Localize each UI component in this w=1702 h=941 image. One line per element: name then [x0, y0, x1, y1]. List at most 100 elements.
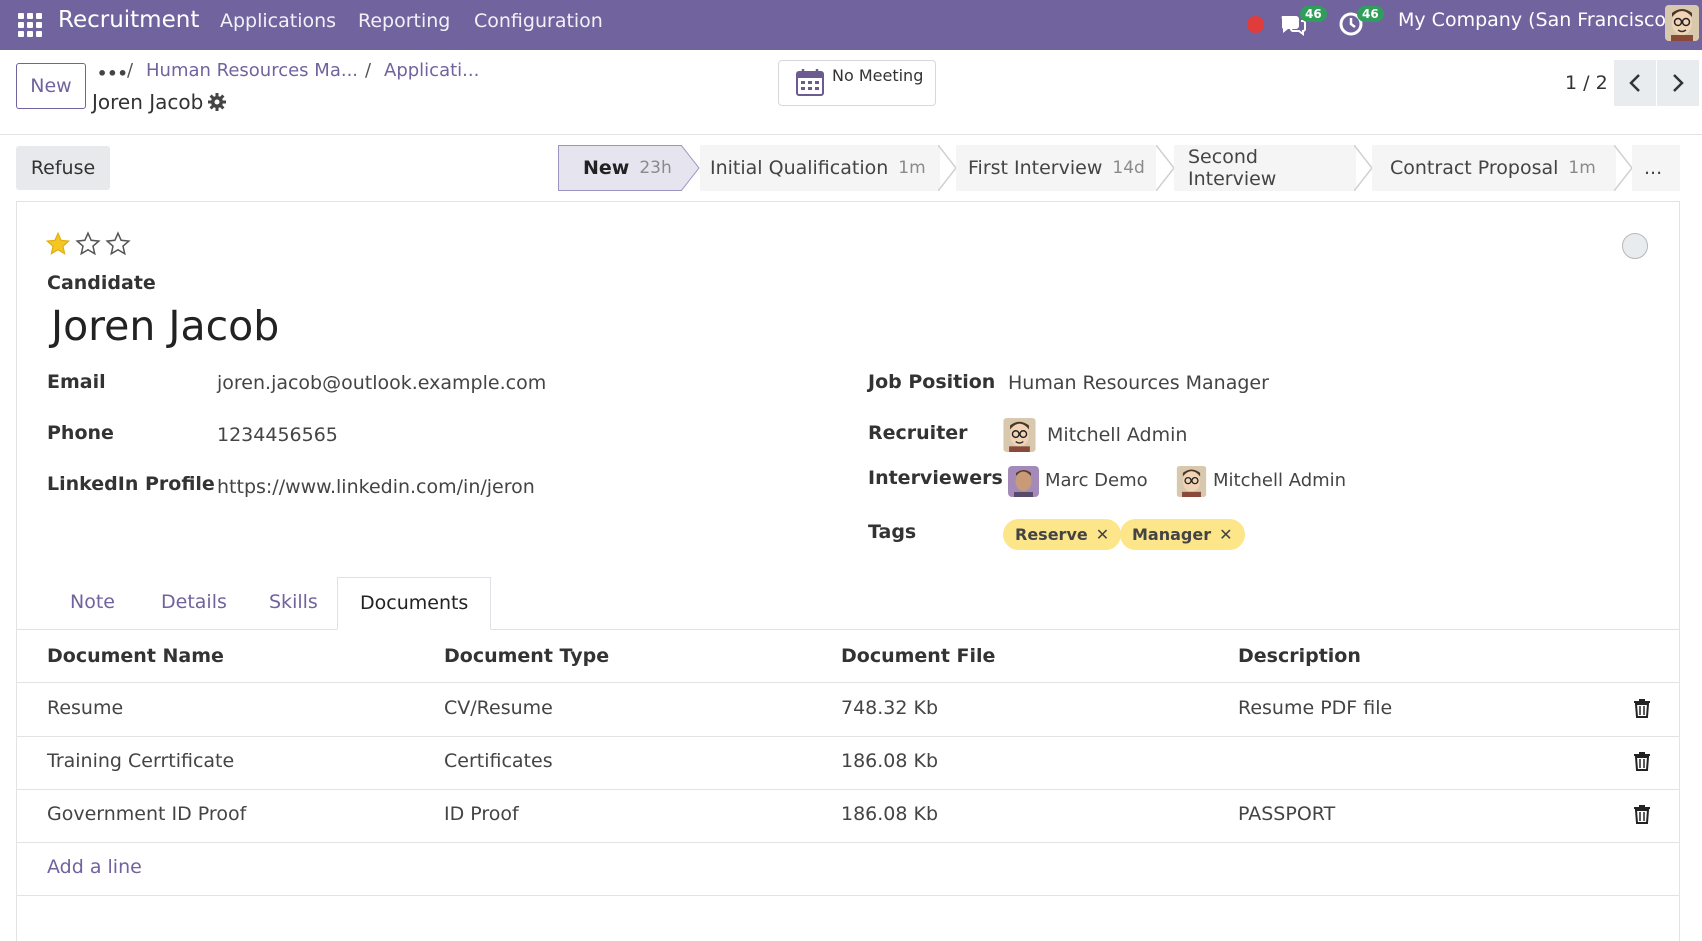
document-type-cell[interactable]: Certificates — [444, 750, 553, 772]
stage-initial-qualification[interactable]: Initial Qualification 1m — [700, 145, 940, 191]
stage-duration: 14d — [1112, 158, 1145, 178]
chevron-right-icon — [1673, 74, 1684, 92]
stage-contract-proposal[interactable]: Contract Proposal 1m — [1372, 145, 1616, 191]
gear-icon[interactable] — [207, 92, 227, 112]
tab-skills[interactable]: Skills — [269, 591, 318, 613]
trash-icon[interactable] — [1633, 804, 1651, 824]
breadcrumb-applications[interactable]: Applicati... — [384, 60, 479, 81]
email-field[interactable]: joren.jacob@outlook.example.com — [217, 372, 546, 394]
breadcrumb-more-icon[interactable]: ••• — [97, 64, 128, 83]
document-name-cell[interactable]: Government ID Proof — [47, 803, 246, 825]
tag-label: Manager — [1132, 525, 1212, 544]
tab-note[interactable]: Note — [70, 591, 115, 613]
document-description-cell[interactable]: PASSPORT — [1238, 803, 1335, 825]
breadcrumb-job[interactable]: Human Resources Ma... — [146, 60, 358, 81]
menu-reporting[interactable]: Reporting — [358, 10, 450, 32]
stage-name: Second Interview — [1188, 146, 1277, 190]
recording-dot-icon[interactable] — [1247, 16, 1264, 33]
row-divider — [17, 736, 1679, 737]
control-panel: New ••• / Human Resources Ma... / Applic… — [0, 50, 1702, 135]
interviewer-avatar — [1176, 466, 1207, 497]
pager-next-button[interactable] — [1657, 60, 1699, 106]
interviewers-label: Interviewers — [868, 467, 1003, 489]
pager-value[interactable]: 1 / 2 — [1565, 72, 1608, 94]
refuse-button[interactable]: Refuse — [16, 146, 110, 190]
priority-stars[interactable] — [45, 231, 131, 257]
star-empty-icon[interactable] — [105, 231, 131, 257]
company-switcher[interactable]: My Company (San Francisco) — [1398, 9, 1673, 31]
recruiter-field[interactable]: Mitchell Admin — [1047, 424, 1187, 446]
meeting-button[interactable]: No Meeting — [778, 60, 936, 106]
tag-remove-icon[interactable]: ✕ — [1219, 525, 1232, 544]
tab-documents[interactable]: Documents — [337, 577, 492, 630]
star-empty-icon[interactable] — [75, 231, 101, 257]
stage-arrow-icon — [1354, 145, 1373, 191]
add-line-link[interactable]: Add a line — [47, 856, 142, 878]
stage-statusbar: New 23h Initial Qualification 1m First I… — [558, 145, 1680, 191]
linkedin-field[interactable]: https://www.linkedin.com/in/jeron — [217, 476, 535, 498]
app-grid-icon[interactable] — [18, 13, 42, 37]
document-type-cell[interactable]: ID Proof — [444, 803, 519, 825]
document-file-cell[interactable]: 748.32 Kb — [841, 697, 938, 719]
stage-duration: 23h — [639, 158, 672, 178]
tags-label: Tags — [868, 521, 917, 543]
stage-name: Initial Qualification — [710, 157, 889, 179]
stage-first-interview[interactable]: First Interview 14d — [956, 145, 1156, 191]
messages-badge: 46 — [1300, 6, 1327, 22]
candidate-name-field[interactable]: Joren Jacob — [51, 302, 279, 350]
tag-remove-icon[interactable]: ✕ — [1096, 525, 1109, 544]
document-description-cell[interactable]: Resume PDF file — [1238, 697, 1392, 719]
stage-duration: 1m — [898, 158, 926, 178]
column-header[interactable]: Document File — [841, 645, 995, 667]
document-name-cell[interactable]: Training Cerrtificate — [47, 750, 234, 772]
phone-field[interactable]: 1234456565 — [217, 424, 338, 446]
chevron-left-icon — [1629, 74, 1640, 92]
menu-configuration[interactable]: Configuration — [474, 10, 603, 32]
document-file-cell[interactable]: 186.08 Kb — [841, 803, 938, 825]
row-divider — [17, 895, 1679, 896]
row-divider — [17, 789, 1679, 790]
star-filled-icon[interactable] — [45, 231, 71, 257]
column-header[interactable]: Description — [1238, 645, 1361, 667]
new-button[interactable]: New — [16, 63, 86, 109]
candidate-label: Candidate — [47, 272, 156, 294]
trash-icon[interactable] — [1633, 751, 1651, 771]
user-avatar[interactable] — [1665, 5, 1699, 41]
meeting-label: No Meeting — [832, 66, 924, 85]
tag-badge[interactable]: Manager ✕ — [1120, 519, 1245, 550]
row-divider — [17, 682, 1679, 683]
interviewer-name[interactable]: Marc Demo — [1045, 470, 1148, 491]
pager-previous-button[interactable] — [1614, 60, 1656, 106]
app-name[interactable]: Recruitment — [58, 7, 199, 33]
calendar-icon — [796, 69, 824, 96]
breadcrumb-separator: / — [365, 60, 372, 81]
tag-badge[interactable]: Reserve ✕ — [1003, 519, 1122, 550]
breadcrumb-separator: / — [127, 60, 134, 81]
job-position-label: Job Position — [868, 371, 996, 393]
kanban-state-icon[interactable] — [1622, 233, 1648, 259]
document-type-cell[interactable]: CV/Resume — [444, 697, 553, 719]
column-header[interactable]: Document Name — [47, 645, 224, 667]
stage-new[interactable]: New 23h — [558, 145, 682, 191]
top-navbar: Recruitment Applications Reporting Confi… — [0, 0, 1702, 50]
document-name-cell[interactable]: Resume — [47, 697, 123, 719]
stage-name: New — [583, 157, 630, 179]
stage-arrow-icon — [1614, 145, 1633, 191]
recruiter-label: Recruiter — [868, 422, 968, 444]
stage-duration: 1m — [1568, 158, 1596, 178]
trash-icon[interactable] — [1633, 698, 1651, 718]
stage-second-interview[interactable]: Second Interview — [1174, 145, 1356, 191]
email-label: Email — [47, 371, 106, 393]
interviewer-name[interactable]: Mitchell Admin — [1213, 470, 1346, 491]
stage-more-button[interactable]: ... — [1632, 145, 1680, 191]
interviewer-avatar — [1008, 466, 1039, 497]
job-position-field[interactable]: Human Resources Manager — [1008, 372, 1269, 394]
linkedin-label: LinkedIn Profile — [47, 473, 215, 495]
stage-name: First Interview — [968, 157, 1103, 179]
activities-badge: 46 — [1357, 6, 1384, 22]
document-file-cell[interactable]: 186.08 Kb — [841, 750, 938, 772]
menu-applications[interactable]: Applications — [220, 10, 336, 32]
tab-details[interactable]: Details — [161, 591, 227, 613]
column-header[interactable]: Document Type — [444, 645, 609, 667]
row-divider — [17, 842, 1679, 843]
